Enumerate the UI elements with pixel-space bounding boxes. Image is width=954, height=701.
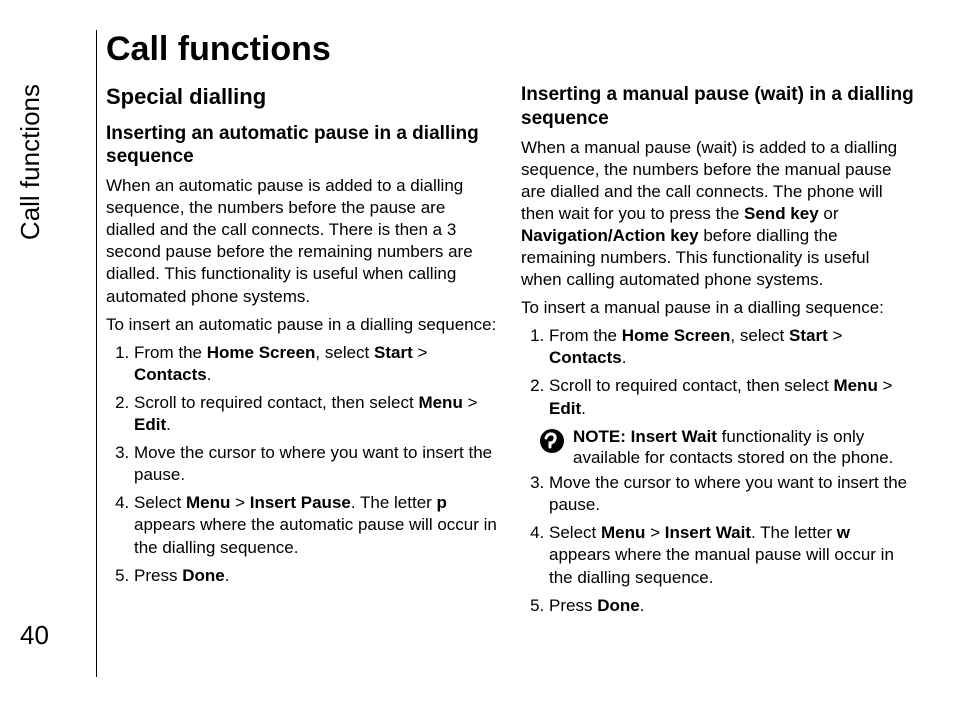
text: Scroll to required contact, then select	[134, 393, 418, 412]
columns: Special dialling Inserting an automatic …	[106, 83, 914, 623]
bold-text: p	[437, 493, 447, 512]
content-area: Call functions Special dialling Insertin…	[106, 30, 914, 677]
list-item: Press Done.	[549, 595, 914, 617]
text: >	[230, 493, 249, 512]
paragraph: When an automatic pause is added to a di…	[106, 175, 499, 308]
text: >	[878, 376, 893, 395]
text: . The letter	[351, 493, 437, 512]
page-title: Call functions	[106, 30, 914, 69]
bold-text: Insert Pause	[250, 493, 351, 512]
note-icon	[539, 428, 565, 454]
side-tab: Call functions	[10, 40, 50, 240]
text: .	[166, 415, 171, 434]
vertical-divider	[96, 30, 97, 677]
text: .	[225, 566, 230, 585]
text: >	[645, 523, 664, 542]
text: Select	[134, 493, 186, 512]
bold-text: NOTE: Insert Wait	[573, 427, 717, 446]
bold-text: Start	[374, 343, 413, 362]
paragraph: To insert a manual pause in a dialling s…	[521, 297, 914, 319]
bold-text: Menu	[418, 393, 462, 412]
subsection-heading-auto-pause: Inserting an automatic pause in a dialli…	[106, 122, 499, 170]
bold-text: Start	[789, 326, 828, 345]
list-item: Press Done.	[134, 565, 499, 587]
text: .	[207, 365, 212, 384]
bold-text: Home Screen	[207, 343, 316, 362]
note-block: NOTE: Insert Wait functionality is only …	[539, 426, 914, 469]
text: From the	[134, 343, 207, 362]
text: . The letter	[751, 523, 837, 542]
text: From the	[549, 326, 622, 345]
bold-text: Edit	[134, 415, 166, 434]
text: appears where the manual pause will occu…	[549, 545, 894, 586]
text: .	[640, 596, 645, 615]
paragraph: When a manual pause (wait) is added to a…	[521, 137, 914, 292]
bold-text: Done	[597, 596, 640, 615]
bold-text: Insert Wait	[665, 523, 751, 542]
text: or	[819, 204, 839, 223]
subsection-heading-manual-pause: Inserting a manual pause (wait) in a dia…	[521, 83, 914, 131]
text: , select	[315, 343, 374, 362]
list-item: Select Menu > Insert Wait. The letter w …	[549, 522, 914, 588]
bold-text: Menu	[186, 493, 230, 512]
steps-list-auto-pause: From the Home Screen, select Start > Con…	[106, 342, 499, 587]
section-heading-special-dialling: Special dialling	[106, 83, 499, 112]
bold-text: Done	[182, 566, 225, 585]
list-item: Move the cursor to where you want to ins…	[549, 472, 914, 516]
list-item: From the Home Screen, select Start > Con…	[549, 325, 914, 369]
list-item: From the Home Screen, select Start > Con…	[134, 342, 499, 386]
steps-list-manual-pause-35: Move the cursor to where you want to ins…	[521, 472, 914, 617]
paragraph: To insert an automatic pause in a dialli…	[106, 314, 499, 336]
text: Press	[549, 596, 597, 615]
left-column: Special dialling Inserting an automatic …	[106, 83, 499, 623]
side-tab-label: Call functions	[15, 84, 46, 240]
steps-list-manual-pause-12: From the Home Screen, select Start > Con…	[521, 325, 914, 419]
text: Select	[549, 523, 601, 542]
bold-text: Menu	[601, 523, 645, 542]
text: .	[581, 399, 586, 418]
bold-text: Contacts	[549, 348, 622, 367]
text: >	[413, 343, 428, 362]
text: When a manual pause (wait) is added to a…	[521, 138, 897, 223]
bold-text: Menu	[833, 376, 877, 395]
text: >	[828, 326, 843, 345]
manual-page: Call functions 40 Call functions Special…	[0, 0, 954, 701]
bold-text: Send key	[744, 204, 819, 223]
text: appears where the automatic pause will o…	[134, 515, 497, 556]
right-column: Inserting a manual pause (wait) in a dia…	[521, 83, 914, 623]
list-item: Select Menu > Insert Pause. The letter p…	[134, 492, 499, 558]
text: >	[463, 393, 478, 412]
bold-text: w	[837, 523, 850, 542]
text: Press	[134, 566, 182, 585]
list-item: Scroll to required contact, then select …	[134, 392, 499, 436]
list-item: Scroll to required contact, then select …	[549, 375, 914, 419]
text: Scroll to required contact, then select	[549, 376, 833, 395]
bold-text: Home Screen	[622, 326, 731, 345]
text: .	[622, 348, 627, 367]
bold-text: Contacts	[134, 365, 207, 384]
bold-text: Edit	[549, 399, 581, 418]
list-item: Move the cursor to where you want to ins…	[134, 442, 499, 486]
note-text: NOTE: Insert Wait functionality is only …	[573, 426, 914, 469]
page-number: 40	[20, 620, 49, 651]
bold-text: Navigation/Action key	[521, 226, 699, 245]
text: , select	[730, 326, 789, 345]
